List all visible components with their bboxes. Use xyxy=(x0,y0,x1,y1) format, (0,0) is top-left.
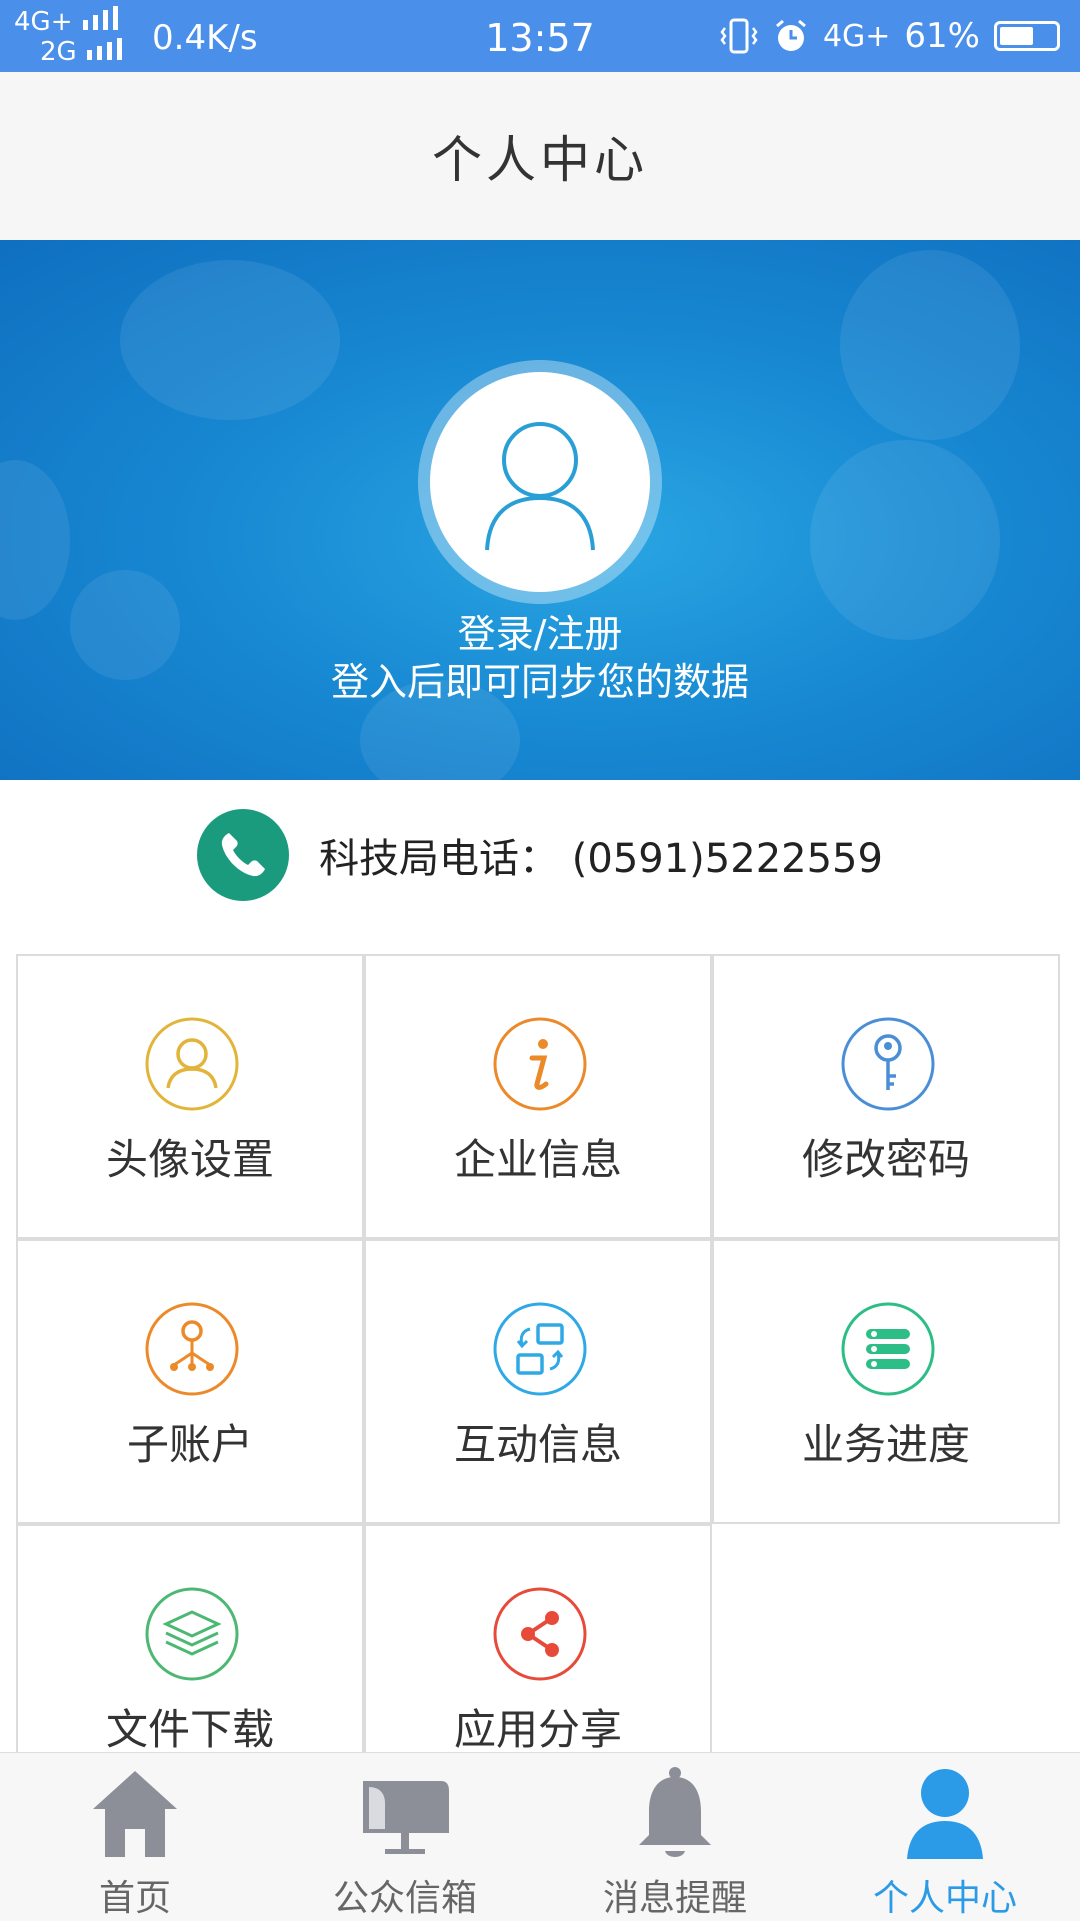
banner-decoration xyxy=(0,460,70,620)
battery-fill xyxy=(1000,27,1033,45)
bell-icon xyxy=(639,1767,711,1857)
nav-label: 首页 xyxy=(98,1878,171,1919)
avatar-icon xyxy=(145,1017,239,1111)
network-right-label: 4G+ xyxy=(822,18,891,54)
vibrate-icon xyxy=(720,18,758,54)
menu-item-label: 应用分享 xyxy=(453,1705,622,1754)
page-title-bar: 个人中心 xyxy=(0,72,1080,241)
menu-item-label: 互动信息 xyxy=(453,1420,622,1469)
banner-decoration xyxy=(120,260,340,420)
nav-label: 公众信箱 xyxy=(332,1878,477,1919)
menu-item-change-password[interactable]: 修改密码 xyxy=(712,954,1060,1239)
menu-item-avatar-settings[interactable]: 头像设置 xyxy=(16,954,364,1239)
menu-item-label: 修改密码 xyxy=(801,1135,970,1184)
battery-percent: 61% xyxy=(904,16,980,56)
menu-item-label: 企业信息 xyxy=(453,1135,622,1184)
nav-label: 个人中心 xyxy=(872,1878,1017,1919)
layers-icon xyxy=(145,1587,239,1681)
phone-icon xyxy=(197,809,290,901)
key-icon xyxy=(841,1017,935,1111)
profile-banner: 登录/注册 登入后即可同步您的数据 xyxy=(0,240,1080,780)
home-icon xyxy=(93,1771,177,1857)
status-bar: 4G+ 2G 0.4K/s 13:57 4G+ 61% xyxy=(0,0,1080,72)
contact-phone[interactable]: (0591)5222559 xyxy=(572,836,883,882)
avatar[interactable] xyxy=(430,372,650,592)
page-title: 个人中心 xyxy=(432,131,648,189)
contact-row[interactable]: 科技局电话： (0591)5222559 xyxy=(0,780,1080,930)
sub-account-icon xyxy=(145,1302,239,1396)
menu-item-sub-account[interactable]: 子账户 xyxy=(16,1239,364,1524)
menu-item-company-info[interactable]: 企业信息 xyxy=(364,954,712,1239)
user-outline-icon xyxy=(485,422,595,551)
nav-item-mailbox[interactable]: 公众信箱 xyxy=(270,1753,540,1921)
mailbox-icon xyxy=(363,1781,449,1854)
banner-decoration xyxy=(840,250,1020,440)
contact-label: 科技局电话： xyxy=(319,836,560,882)
info-icon xyxy=(493,1017,587,1111)
menu-item-label: 文件下载 xyxy=(105,1705,274,1754)
login-hint: 登入后即可同步您的数据 xyxy=(330,660,749,704)
avatar-button[interactable] xyxy=(418,360,662,604)
menu-item-interaction[interactable]: 互动信息 xyxy=(364,1239,712,1524)
battery-icon xyxy=(994,21,1060,51)
menu-item-label: 业务进度 xyxy=(801,1420,970,1469)
nav-item-notifications[interactable]: 消息提醒 xyxy=(540,1753,810,1921)
menu-item-business-progress[interactable]: 业务进度 xyxy=(712,1239,1060,1524)
menu-item-label: 子账户 xyxy=(126,1420,253,1469)
person-icon xyxy=(907,1769,983,1859)
nav-item-home[interactable]: 首页 xyxy=(0,1753,270,1921)
interaction-icon xyxy=(493,1302,587,1396)
nav-item-profile[interactable]: 个人中心 xyxy=(810,1753,1080,1921)
menu-item-label: 头像设置 xyxy=(105,1135,274,1184)
alarm-icon xyxy=(775,19,806,51)
nav-label: 消息提醒 xyxy=(602,1878,747,1919)
login-register-link[interactable]: 登录/注册 xyxy=(0,610,1080,658)
progress-icon xyxy=(841,1302,935,1396)
bottom-navigation: 首页 公众信箱 消息提醒 个人中心 xyxy=(0,1752,1080,1921)
share-icon xyxy=(493,1587,587,1681)
